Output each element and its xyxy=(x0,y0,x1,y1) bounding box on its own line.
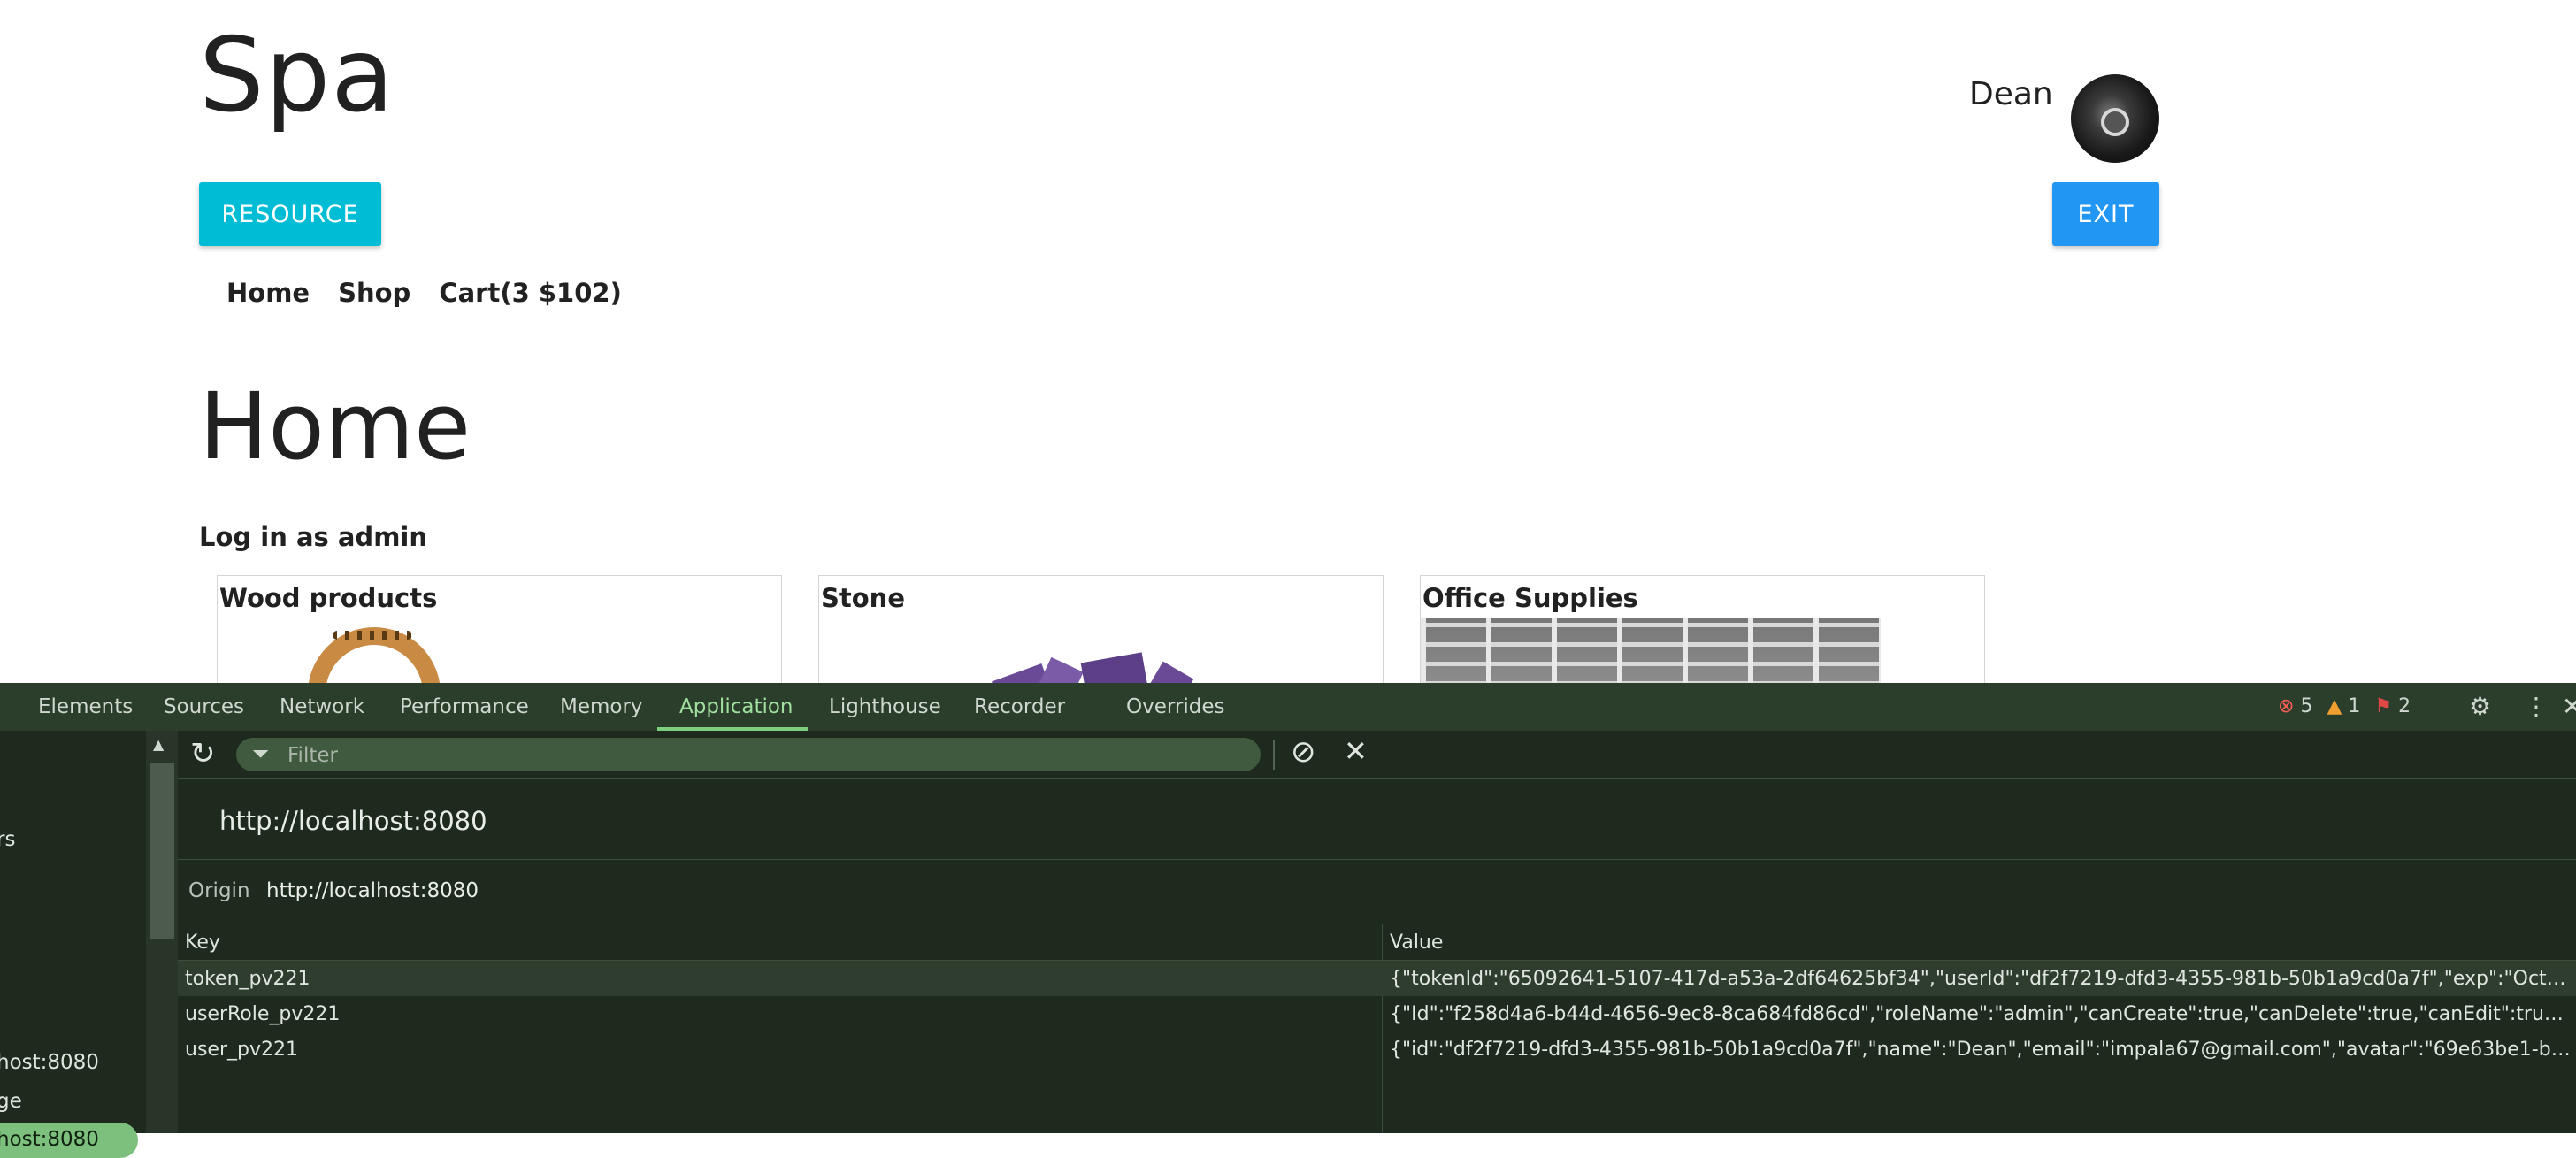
origin-row: Origin http://localhost:8080 xyxy=(178,860,2576,924)
more-options-icon[interactable]: ⋮ xyxy=(2524,692,2549,721)
storage-toolbar: ↻ ⏷ ⊘ ✕ xyxy=(178,731,2576,779)
devtools-panel: Elements Sources Network Performance Mem… xyxy=(0,683,2576,1158)
category-card-office[interactable]: Office Supplies xyxy=(1420,575,1985,683)
wood-product-image xyxy=(297,618,448,683)
clear-all-icon[interactable]: ⊘ xyxy=(1291,734,1316,770)
row-key: user_pv221 xyxy=(185,1039,298,1061)
origin-title: http://localhost:8080 xyxy=(219,806,487,836)
issues-icon: ⚑ xyxy=(2374,695,2393,717)
origin-value: http://localhost:8080 xyxy=(266,879,479,902)
filter-icon: ⏷ xyxy=(252,741,270,766)
avatar[interactable] xyxy=(2071,74,2159,163)
sidebar-item-label: host:8080 xyxy=(0,1128,99,1151)
tab-elements[interactable]: Elements xyxy=(38,695,133,718)
filter-box[interactable]: ⏷ xyxy=(236,738,1261,771)
devtools-tab-bar: Elements Sources Network Performance Mem… xyxy=(0,683,2576,732)
sidebar-item-local-storage-origin[interactable]: host:8080 xyxy=(0,1051,99,1074)
error-icon: ⊗ xyxy=(2278,695,2295,717)
sidebar-scrollbar[interactable]: ▲ xyxy=(146,731,178,1133)
row-key: userRole_pv221 xyxy=(185,1003,341,1025)
tab-recorder[interactable]: Recorder xyxy=(974,695,1065,718)
resource-button[interactable]: RESOURCE xyxy=(199,182,381,246)
app-title: Spa xyxy=(199,16,395,135)
nav-shop-link[interactable]: Shop xyxy=(338,278,410,308)
warning-icon: ▲ xyxy=(2327,695,2342,717)
close-devtools-icon[interactable]: ✕ xyxy=(2562,692,2576,721)
origin-label: Origin xyxy=(188,879,250,902)
filter-input[interactable] xyxy=(286,740,1245,771)
login-status-text: Log in as admin xyxy=(199,522,427,552)
row-value: {"Id":"f258d4a6-b44d-4656-9ec8-8ca684fd8… xyxy=(1390,1003,2571,1025)
watch-icon xyxy=(2101,108,2129,136)
row-key: token_pv221 xyxy=(185,968,310,990)
delete-selected-icon[interactable]: ✕ xyxy=(1344,734,1368,768)
tab-lighthouse[interactable]: Lighthouse xyxy=(829,695,941,718)
category-card-wood[interactable]: Wood products xyxy=(217,575,782,683)
nav-home-link[interactable]: Home xyxy=(226,278,310,308)
sidebar-item[interactable]: rs xyxy=(0,828,15,851)
main-nav: Home Shop Cart(3 $102) xyxy=(226,278,622,308)
table-row[interactable]: token_pv221 {"tokenId":"65092641-5107-41… xyxy=(178,961,2576,996)
warning-badge[interactable]: ▲ 1 xyxy=(2327,695,2360,717)
settings-gear-icon[interactable]: ⚙ xyxy=(2469,692,2491,721)
tab-network[interactable]: Network xyxy=(280,695,364,718)
error-badge[interactable]: ⊗ 5 xyxy=(2278,695,2312,717)
storage-view: ↻ ⏷ ⊘ ✕ http://localhost:8080 Origin htt… xyxy=(178,731,2576,1133)
category-card-stone[interactable]: Stone xyxy=(818,575,1384,683)
toolbar-divider xyxy=(1273,740,1275,770)
refresh-icon[interactable]: ↻ xyxy=(190,736,216,771)
issues-badge[interactable]: ⚑ 2 xyxy=(2374,695,2411,717)
tab-application[interactable]: Application xyxy=(679,695,794,718)
page-heading: Home xyxy=(199,372,472,480)
scroll-up-icon[interactable]: ▲ xyxy=(153,736,164,753)
table-row[interactable]: user_pv221 {"id":"df2f7219-dfd3-4355-981… xyxy=(178,1031,2576,1067)
table-header: Key Value xyxy=(178,924,2576,961)
web-page: Spa Dean RESOURCE EXIT Home Shop Cart(3 … xyxy=(0,0,2576,683)
stone-image xyxy=(943,618,1235,683)
table-row[interactable]: userRole_pv221 {"Id":"f258d4a6-b44d-4656… xyxy=(178,996,2576,1031)
origin-header: http://localhost:8080 xyxy=(178,779,2576,860)
sidebar-item-selected-origin[interactable]: host:8080 xyxy=(0,1123,138,1158)
scrollbar-thumb[interactable] xyxy=(150,763,174,939)
tab-memory[interactable]: Memory xyxy=(560,695,643,718)
application-sidebar: rs host:8080 ge host:8080 xyxy=(0,731,146,1158)
card-title: Stone xyxy=(821,583,905,613)
tab-sources[interactable]: Sources xyxy=(164,695,244,718)
nav-cart-link[interactable]: Cart(3 $102) xyxy=(439,278,622,308)
office-supplies-image xyxy=(1421,618,1881,683)
card-title: Office Supplies xyxy=(1422,583,1638,613)
row-value: {"id":"df2f7219-dfd3-4355-981b-50b1a9cd0… xyxy=(1390,1039,2571,1061)
exit-button[interactable]: EXIT xyxy=(2052,182,2159,246)
console-badges[interactable]: ⊗ 5 ▲ 1 ⚑ 2 xyxy=(2278,695,2411,717)
tab-overrides[interactable]: Overrides xyxy=(1126,695,1225,718)
column-header-value[interactable]: Value xyxy=(1390,932,1443,954)
card-title: Wood products xyxy=(219,583,438,613)
column-header-key[interactable]: Key xyxy=(185,932,220,954)
user-name: Dean xyxy=(1969,76,2053,112)
tab-performance[interactable]: Performance xyxy=(400,695,529,718)
sidebar-item[interactable]: ge xyxy=(0,1090,22,1113)
row-value: {"tokenId":"65092641-5107-417d-a53a-2df6… xyxy=(1390,968,2571,990)
storage-table: Key Value token_pv221 {"tokenId":"650926… xyxy=(178,924,2576,1133)
